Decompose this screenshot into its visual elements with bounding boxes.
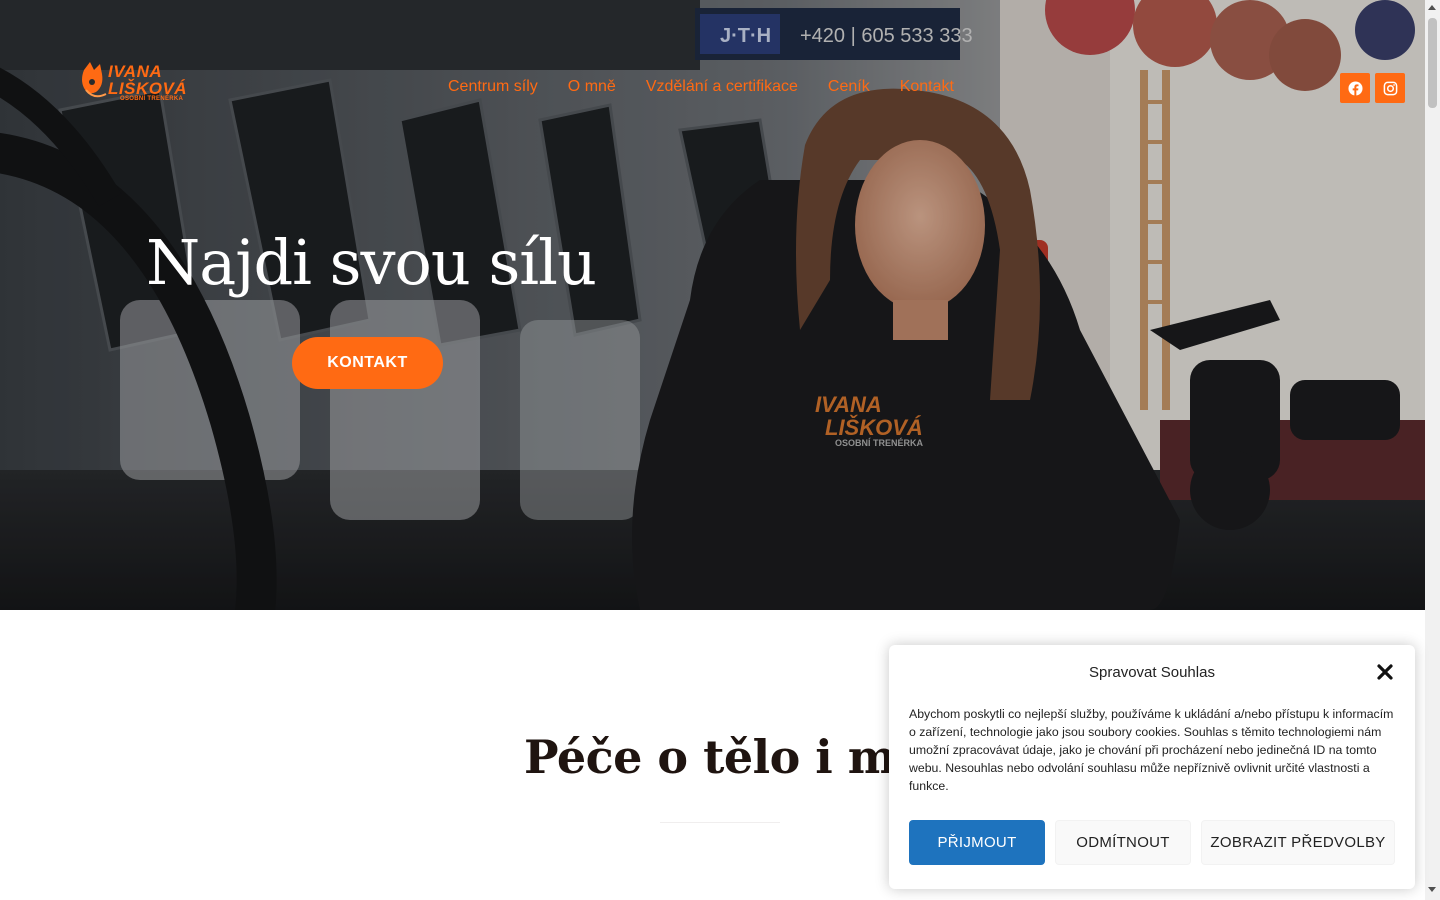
nav-item-kontakt[interactable]: Kontakt — [900, 78, 954, 96]
social-links — [1340, 73, 1405, 103]
scrollbar-thumb[interactable] — [1428, 18, 1437, 108]
deny-cookies-button[interactable]: ODMÍTNOUT — [1055, 820, 1191, 865]
nav-item-o-mne[interactable]: O mně — [568, 78, 616, 96]
scroll-down-arrow-icon[interactable] — [1428, 887, 1436, 892]
instagram-button[interactable] — [1375, 73, 1405, 103]
accept-cookies-button[interactable]: PŘIJMOUT — [909, 820, 1045, 865]
main-nav: Centrum síly O mně Vzdělání a certifikac… — [448, 78, 954, 96]
cookie-dialog-title: Spravovat Souhlas — [1089, 664, 1215, 681]
hero-section: J·T·H +420 | 605 533 333 IVANA LIŠKOVÁ O… — [0, 0, 1425, 610]
hero-title: Najdi svou sílu — [146, 226, 597, 299]
show-preferences-button[interactable]: ZOBRAZIT PŘEDVOLBY — [1201, 820, 1395, 865]
facebook-icon — [1347, 80, 1363, 96]
nav-item-vzdelani[interactable]: Vzdělání a certifikace — [646, 78, 798, 96]
close-icon[interactable] — [1376, 663, 1394, 681]
section-divider — [660, 822, 780, 823]
instagram-icon — [1383, 81, 1397, 95]
scroll-up-arrow-icon[interactable] — [1428, 5, 1436, 10]
contact-button[interactable]: KONTAKT — [292, 337, 443, 389]
page-scrollbar[interactable] — [1425, 0, 1440, 900]
section-title: Péče o tělo i mys — [524, 730, 948, 784]
nav-item-centrum-sily[interactable]: Centrum síly — [448, 78, 538, 96]
cookie-consent-dialog: Spravovat Souhlas Abychom poskytli co ne… — [889, 645, 1415, 889]
nav-item-cenik[interactable]: Ceník — [828, 78, 870, 96]
site-logo[interactable]: IVANA LIŠKOVÁ OSOBNÍ TRENÉRKA — [80, 60, 190, 104]
cookie-dialog-text: Abychom poskytli co nejlepší služby, pou… — [909, 707, 1394, 793]
facebook-button[interactable] — [1340, 73, 1370, 103]
logo-subtitle: OSOBNÍ TRENÉRKA — [120, 96, 184, 102]
